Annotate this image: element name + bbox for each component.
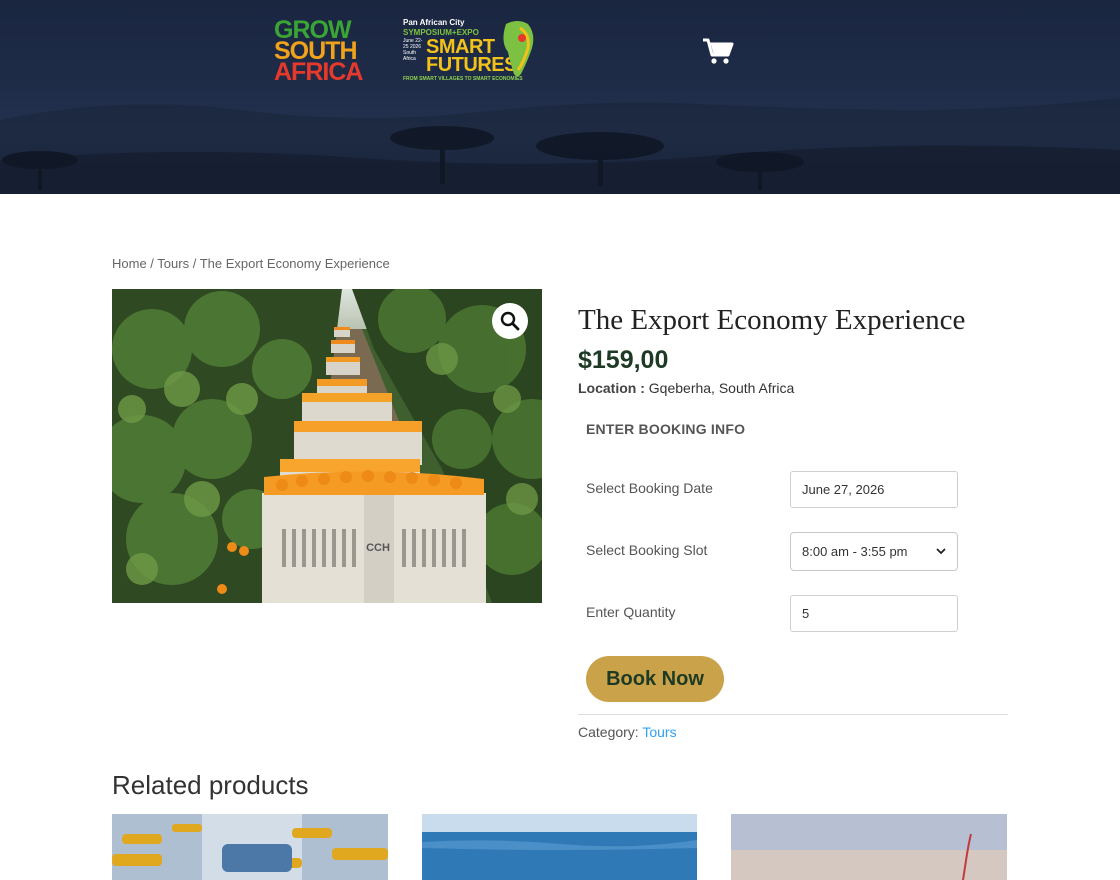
product-price: $159,00 [578,346,669,374]
related-product-card[interactable] [422,814,697,880]
quantity-label: Enter Quantity [586,604,676,620]
book-now-button[interactable]: Book Now [586,656,724,702]
booking-slot-value: 8:00 am - 3:55 pm [802,544,908,559]
logo-line-africa: AFRICA [274,58,363,86]
booking-date-label: Select Booking Date [586,480,713,496]
related-product-image [731,814,1007,880]
africa-map-icon [503,21,534,77]
quantity-input[interactable]: 5 [790,595,958,632]
breadcrumb-separator: / [146,256,158,271]
breadcrumb-separator: / [189,256,200,271]
related-product-image [422,814,697,880]
category-label: Category: [578,724,639,740]
breadcrumb-current: The Export Economy Experience [199,256,390,271]
chevron-down-icon [936,548,946,555]
related-product-image [112,814,388,880]
location-label: Location : [578,380,645,396]
breadcrumb-tours[interactable]: Tours [157,256,189,271]
expo-dates: June 22-25 2026 South Africa [403,38,423,62]
savanna-scenery [0,98,1120,194]
booking-slot-select[interactable]: 8:00 am - 3:55 pm [790,532,958,571]
expo-line-city: Pan African City [403,18,465,27]
product-location: Location : Gqeberha, South Africa [578,380,794,396]
product-title: The Export Economy Experience [578,304,966,336]
category-link[interactable]: Tours [642,724,676,740]
booking-date-input[interactable]: June 27, 2026 [790,471,958,508]
crate-label: CCH [366,542,390,554]
related-product-card[interactable] [731,814,1007,880]
related-products-heading: Related products [112,770,309,800]
breadcrumb: Home / Tours / The Export Economy Experi… [112,256,390,271]
breadcrumb-home[interactable]: Home [112,256,147,271]
grow-south-africa-logo[interactable]: GROW SOUTH AFRICA [274,18,386,88]
magnifier-icon [500,311,520,331]
smart-futures-expo-logo[interactable]: Pan African City SYMPOSIUM+EXPO June 22-… [400,16,536,88]
orange-orchard-photo: CCH [112,289,542,603]
shopping-cart-icon[interactable] [702,37,734,65]
booking-slot-label: Select Booking Slot [586,542,708,558]
related-product-card[interactable] [112,814,388,880]
divider [578,714,1008,715]
product-category: Category: Tours [578,724,677,740]
site-header: GROW SOUTH AFRICA Pan African City SYMPO… [0,0,1120,194]
product-image[interactable]: CCH [112,289,542,603]
location-value: Gqeberha, South Africa [648,380,795,396]
booking-heading: ENTER BOOKING INFO [586,421,746,437]
zoom-button[interactable] [492,303,528,339]
